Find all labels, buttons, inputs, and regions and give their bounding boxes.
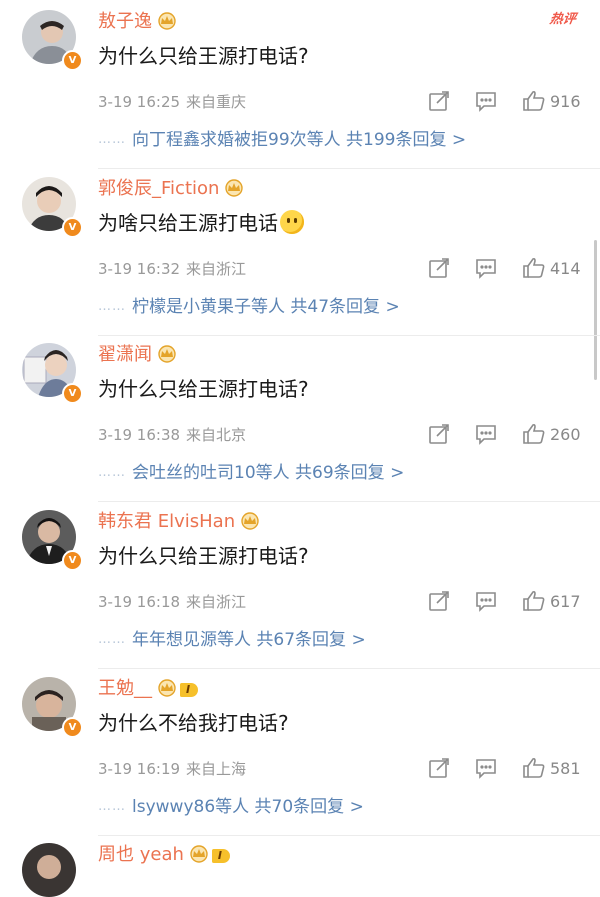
- comment-location: 来自重庆: [186, 93, 247, 111]
- thumbs-up-icon[interactable]: [522, 590, 546, 616]
- username[interactable]: 翟潇闻: [98, 343, 178, 370]
- comment-meta: 3-19 16:19 来自上海: [98, 759, 246, 779]
- dots: ……: [98, 132, 126, 147]
- reply-summary-link[interactable]: …… 柠檬是小黄果子等人 共47条回复 >: [98, 295, 400, 319]
- comment-time: 3-19 16:25: [98, 93, 181, 111]
- comment-text: 为什么只给王源打电话?: [98, 544, 309, 568]
- avatar[interactable]: [22, 843, 76, 897]
- crown-badge-icon: [156, 679, 178, 704]
- username-text[interactable]: 王勉__: [98, 678, 152, 699]
- divider: [98, 168, 600, 169]
- username-text[interactable]: 韩东君 ElvisHan: [98, 511, 235, 532]
- comment-time: 3-19 16:32: [98, 260, 181, 278]
- crown-badge-icon: [188, 845, 210, 870]
- level-badge: I: [180, 683, 199, 697]
- scrollbar[interactable]: [594, 240, 597, 380]
- username-text[interactable]: 翟潇闻: [98, 344, 152, 365]
- username-text[interactable]: 周也 yeah: [98, 844, 184, 865]
- comment-meta: 3-19 16:18 来自浙江: [98, 592, 246, 612]
- hot-comment-label: 热评: [548, 12, 577, 27]
- comment-meta: 3-19 16:38 来自北京: [98, 425, 246, 445]
- comment-meta: 3-19 16:25 来自重庆: [98, 92, 246, 112]
- verified-v-icon: V: [62, 717, 83, 738]
- reply-summary-text[interactable]: 柠檬是小黄果子等人 共47条回复 >: [132, 297, 400, 317]
- comment-text: 为什么只给王源打电话?: [98, 44, 309, 68]
- comment-bubble-icon[interactable]: [475, 757, 497, 783]
- edit-share-icon[interactable]: [428, 423, 450, 449]
- comment-bubble-icon[interactable]: [475, 423, 497, 449]
- thumbs-up-icon[interactable]: [522, 757, 546, 783]
- comment-text-content: 为啥只给王源打电话: [98, 211, 278, 235]
- divider: [98, 501, 600, 502]
- comment-location: 来自浙江: [186, 260, 247, 278]
- level-badge: I: [211, 849, 230, 863]
- crown-badge-icon: [223, 179, 245, 204]
- edit-share-icon[interactable]: [428, 757, 450, 783]
- comment-time: 3-19 16:38: [98, 426, 181, 444]
- reply-summary-link[interactable]: …… lsywwy86等人 共70条回复 >: [98, 795, 364, 819]
- comment-actions: 414: [428, 257, 588, 281]
- edit-share-icon[interactable]: [428, 257, 450, 283]
- username[interactable]: 周也 yeah I: [98, 843, 230, 870]
- crown-badge-icon: [156, 345, 178, 370]
- comment-bubble-icon[interactable]: [475, 590, 497, 616]
- comment-actions: 916: [428, 90, 588, 114]
- comment-bubble-icon[interactable]: [475, 90, 497, 116]
- thumbs-up-icon[interactable]: [522, 257, 546, 283]
- comment-location: 来自浙江: [186, 593, 247, 611]
- smile-emoji-icon: [280, 210, 304, 234]
- verified-v-icon: V: [62, 50, 83, 71]
- edit-share-icon[interactable]: [428, 90, 450, 116]
- reply-summary-text[interactable]: 会吐丝的吐司10等人 共69条回复 >: [132, 463, 404, 483]
- like-count: 414: [550, 259, 581, 278]
- reply-summary-link[interactable]: …… 年年想见源等人 共67条回复 >: [98, 628, 366, 652]
- thumbs-up-icon[interactable]: [522, 423, 546, 449]
- thumbs-up-icon[interactable]: [522, 90, 546, 116]
- comment-time: 3-19 16:18: [98, 593, 181, 611]
- dots: ……: [98, 799, 126, 814]
- username-text[interactable]: 郭俊辰_Fiction: [98, 178, 219, 199]
- comment-meta: 3-19 16:32 来自浙江: [98, 259, 246, 279]
- dots: ……: [98, 299, 126, 314]
- username[interactable]: 王勉__ I: [98, 677, 199, 704]
- username[interactable]: 韩东君 ElvisHan: [98, 510, 261, 537]
- divider: [98, 835, 600, 836]
- verified-v-icon: V: [62, 550, 83, 571]
- comment-actions: 260: [428, 423, 588, 447]
- reply-summary-text[interactable]: 向丁程鑫求婚被拒99次等人 共199条回复 >: [132, 130, 466, 150]
- comment-location: 来自北京: [186, 426, 247, 444]
- dots: ……: [98, 465, 126, 480]
- reply-summary-link[interactable]: …… 会吐丝的吐司10等人 共69条回复 >: [98, 461, 404, 485]
- comment-actions: 617: [428, 590, 588, 614]
- reply-summary-text[interactable]: lsywwy86等人 共70条回复 >: [132, 797, 364, 817]
- reply-summary-text[interactable]: 年年想见源等人 共67条回复 >: [132, 630, 366, 650]
- username-text[interactable]: 敖子逸: [98, 11, 152, 32]
- verified-v-icon: V: [62, 217, 83, 238]
- crown-badge-icon: [156, 12, 178, 37]
- like-count: 916: [550, 92, 581, 111]
- comment-text: 为什么只给王源打电话?: [98, 377, 309, 401]
- divider: [98, 668, 600, 669]
- divider: [98, 335, 600, 336]
- comment-location: 来自上海: [186, 760, 247, 778]
- like-count: 260: [550, 425, 581, 444]
- comment-text: 为什么不给我打电话?: [98, 711, 289, 735]
- crown-badge-icon: [239, 512, 261, 537]
- like-count: 617: [550, 592, 581, 611]
- comment-actions: 581: [428, 757, 588, 781]
- edit-share-icon[interactable]: [428, 590, 450, 616]
- dots: ……: [98, 632, 126, 647]
- username[interactable]: 敖子逸: [98, 10, 178, 37]
- verified-v-icon: V: [62, 383, 83, 404]
- reply-summary-link[interactable]: …… 向丁程鑫求婚被拒99次等人 共199条回复 >: [98, 128, 466, 152]
- comment-text: 为啥只给王源打电话: [98, 209, 304, 237]
- like-count: 581: [550, 759, 581, 778]
- username[interactable]: 郭俊辰_Fiction: [98, 177, 245, 204]
- comment-time: 3-19 16:19: [98, 760, 181, 778]
- comment-bubble-icon[interactable]: [475, 257, 497, 283]
